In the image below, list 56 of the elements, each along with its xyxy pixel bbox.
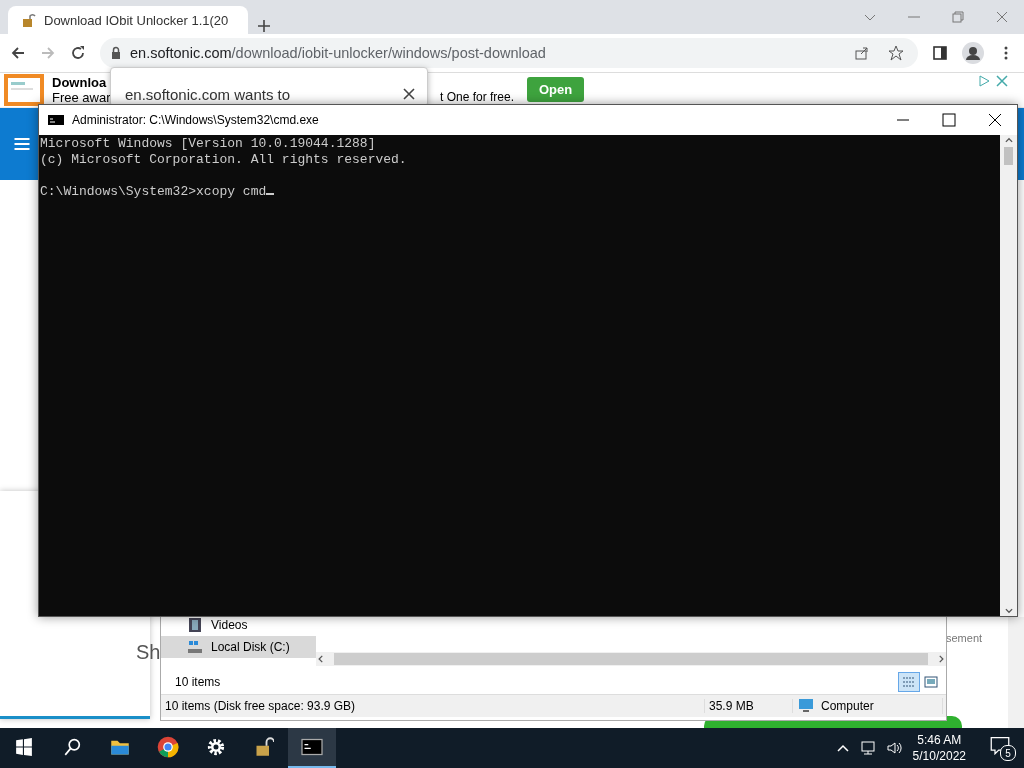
drive-icon [187, 639, 203, 655]
monitor-icon [797, 698, 815, 714]
console-prompt[interactable]: C:\Windows\System32>xcopy cmd [40, 184, 1000, 200]
browser-tab[interactable]: Download IObit Unlocker 1.1(20 [8, 6, 248, 34]
side-panel-icon[interactable] [932, 45, 948, 61]
section-heading: Sh [136, 641, 161, 664]
share-icon[interactable] [854, 45, 870, 61]
close-icon[interactable] [401, 86, 417, 102]
console-line: (c) Microsoft Corporation. All rights reserved. [40, 152, 408, 168]
taskbar-app[interactable] [288, 728, 336, 768]
scroll-up-icon [1003, 135, 1014, 145]
scrollbar[interactable] [1000, 135, 1017, 616]
close-icon[interactable] [987, 112, 1003, 128]
page-scrollbar[interactable] [1008, 617, 1024, 728]
nav-item[interactable]: Videos [161, 614, 316, 636]
nav-item[interactable]: Local Disk (C:) [161, 636, 316, 658]
scroll-left-icon[interactable] [316, 654, 326, 664]
console-line: Microsoft Windows [Version 10.0.19044.1288] [40, 136, 377, 152]
item-count: 10 items [175, 675, 221, 689]
padlock-icon [254, 737, 274, 757]
status-text: 10 items (Disk free space: 93.9 GB) [161, 699, 705, 713]
ad-text: t One for free. [440, 90, 515, 104]
reload-icon[interactable] [70, 45, 86, 61]
scroll-thumb[interactable] [334, 653, 928, 665]
star-icon[interactable] [888, 45, 904, 61]
clock[interactable]: 5:46 AM 5/10/2022 [912, 732, 966, 764]
scroll-right-icon[interactable] [936, 654, 946, 664]
ad-title: Downloa [52, 75, 108, 90]
console-icon [48, 112, 64, 128]
padlock-icon [20, 12, 36, 28]
chrome-icon [157, 736, 179, 758]
ad-subtitle: Free awar [52, 90, 112, 105]
scroll-thumb[interactable] [1004, 147, 1013, 165]
status-text: 35.9 MB [705, 699, 793, 713]
maximize-icon[interactable] [941, 112, 957, 128]
chat-icon [990, 735, 1010, 755]
search-icon [63, 738, 81, 756]
list-view-icon [902, 676, 916, 688]
network-icon[interactable] [860, 740, 877, 756]
speaker-icon[interactable] [886, 740, 903, 756]
popup-text: en.softonic.com wants to [125, 86, 291, 103]
windows-logo-icon [15, 738, 33, 756]
status-text: Computer [793, 698, 943, 714]
notifications-button[interactable]: 5 [990, 735, 1016, 761]
scroll-down-icon [1003, 606, 1014, 616]
window-title: Administrator: C:\Windows\System32\cmd.exe [72, 113, 319, 127]
back-arrow-icon[interactable] [10, 45, 26, 61]
new-tab-icon[interactable] [256, 18, 272, 34]
address-bar[interactable]: en.softonic.com/download/iobit-unlocker/windows/post-download [100, 38, 918, 68]
page-text: sement [946, 632, 983, 644]
film-icon [187, 617, 203, 633]
profile-avatar[interactable] [962, 42, 984, 64]
console-icon [300, 737, 324, 757]
gear-icon [206, 737, 226, 757]
url-text: en.softonic.com/download/iobit-unlocker/windows/post-download [130, 45, 546, 61]
preview-icon [924, 676, 938, 688]
